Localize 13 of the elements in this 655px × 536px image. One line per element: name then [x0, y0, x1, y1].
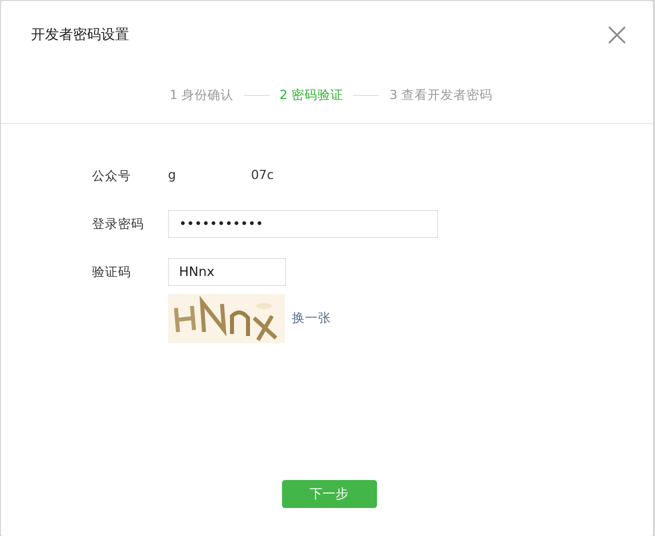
- field-label: 登录密码: [92, 215, 145, 233]
- password-field[interactable]: •••••••••••: [168, 210, 438, 238]
- close-icon[interactable]: [608, 26, 626, 44]
- account-text: 07c: [250, 166, 274, 184]
- dialog-title: 开发者密码设置: [31, 26, 129, 44]
- captcha-field[interactable]: HNnx: [168, 258, 286, 286]
- step-label: 3 查看开发者密码: [389, 86, 492, 104]
- step-label: 1 身份确认: [170, 86, 234, 104]
- account-text: g: [168, 166, 176, 184]
- step-label: 2 密码验证: [280, 86, 344, 104]
- field-label: 公众号: [92, 167, 132, 185]
- field-label: 验证码: [92, 263, 132, 281]
- refresh-link[interactable]: 换一张: [292, 310, 331, 327]
